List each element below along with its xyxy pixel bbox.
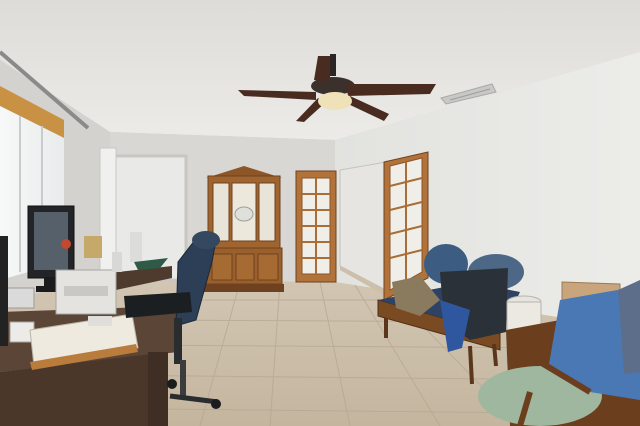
china-cabinet	[204, 166, 284, 292]
french-door-back	[295, 170, 337, 283]
room-photo	[0, 0, 640, 426]
room-illustration	[0, 0, 640, 426]
fan-light-globe	[318, 92, 352, 110]
